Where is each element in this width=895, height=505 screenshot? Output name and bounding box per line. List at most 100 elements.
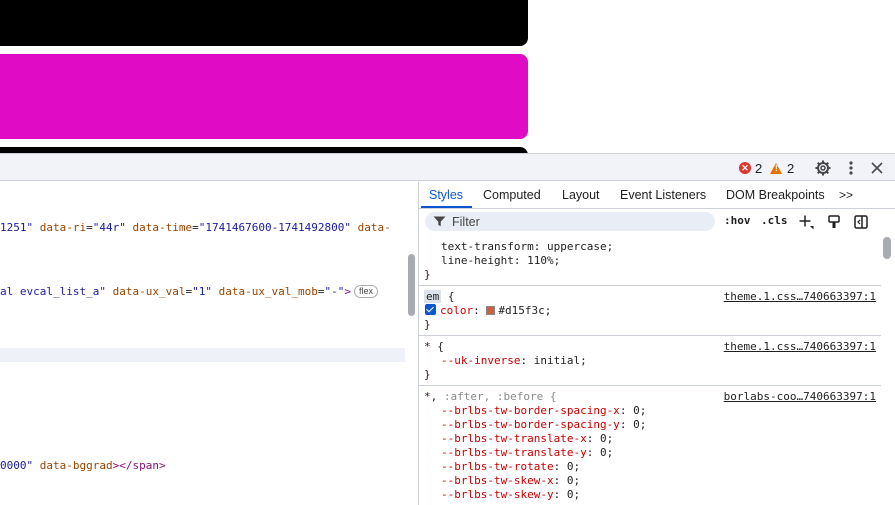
styles-scrollbar-thumb[interactable] xyxy=(883,237,891,259)
dom-token xyxy=(106,285,113,298)
dom-token: = xyxy=(86,221,93,234)
more-options-button[interactable] xyxy=(841,158,861,178)
property-name: --brlbs-tw-rotate xyxy=(441,460,554,473)
filter-icon xyxy=(433,216,446,227)
styles-sidebar: Styles Computed Layout Event Listeners D… xyxy=(419,182,895,505)
property-line[interactable]: --brlbs-tw-skew-x: 0; xyxy=(441,474,580,488)
rule-universal-source-link[interactable]: theme.1.css…740663397:1 xyxy=(724,340,876,354)
dom-token: data-ux_val_mob xyxy=(218,285,318,298)
flex-badge[interactable]: flex xyxy=(354,285,379,298)
rule-em-source-link[interactable]: theme.1.css…740663397:1 xyxy=(724,290,876,304)
property-line-uk-inverse[interactable]: --uk-inverse: initial; xyxy=(441,354,587,368)
property-value: 110% xyxy=(527,254,554,267)
property-line[interactable]: --brlbs-tw-border-spacing-y: 0; xyxy=(441,418,646,432)
active-tab-indicator xyxy=(421,206,472,208)
property-value: uppercase xyxy=(546,240,607,253)
hover-state-toggle[interactable]: :hov xyxy=(724,214,751,227)
hovered-dom-row[interactable] xyxy=(0,348,405,362)
selector-em: em xyxy=(424,290,442,303)
rule-divider xyxy=(419,335,881,336)
sidebar-tabs: Styles Computed Layout Event Listeners D… xyxy=(419,182,895,209)
warning-counter[interactable]: ! 2 xyxy=(770,160,794,176)
property-line-line-height[interactable]: line-height: 110%; xyxy=(441,254,560,268)
tab-styles[interactable]: Styles xyxy=(429,182,463,208)
dom-token: "1741467600-1741492800" xyxy=(198,221,352,234)
elements-tree[interactable]: 1251" data-ri="44r" data-time="174146760… xyxy=(0,182,405,505)
dom-token xyxy=(351,221,358,234)
rule-em-selector[interactable]: em { xyxy=(424,290,455,304)
property-enabled-checkbox[interactable] xyxy=(425,304,436,315)
plus-icon xyxy=(799,215,814,230)
toggle-sidebar-button[interactable] xyxy=(851,212,871,232)
close-devtools-button[interactable] xyxy=(867,158,887,178)
rule-universal-selector[interactable]: * { xyxy=(424,340,444,354)
dom-token: "-" xyxy=(324,285,345,298)
style-rules-list: text-transform: uppercase; line-height: … xyxy=(419,234,881,505)
dom-token: al evcal_list_a" xyxy=(0,285,106,298)
dom-token: 1251" xyxy=(0,221,34,234)
dom-node-line-3[interactable]: 0000" data-bggrad></span> xyxy=(0,458,166,474)
property-name: --brlbs-tw-skew-y xyxy=(441,488,554,501)
settings-button[interactable] xyxy=(813,158,833,178)
selector-main: *, xyxy=(424,390,438,403)
elements-scrollbar[interactable] xyxy=(405,182,419,505)
dom-token: data-time xyxy=(132,221,193,234)
property-line-color[interactable]: color: #d15f3c; xyxy=(425,304,551,318)
tab-dom-breakpoints[interactable]: DOM Breakpoints xyxy=(726,182,825,208)
property-value: 0 xyxy=(599,432,607,445)
tab-event-listeners[interactable]: Event Listeners xyxy=(620,182,706,208)
dom-token: 0000" xyxy=(0,459,34,472)
property-value: #d15f3c xyxy=(498,304,545,317)
webpage-viewport xyxy=(0,0,895,153)
dom-node-line-1[interactable]: 1251" data-ri="44r" data-time="174146760… xyxy=(0,220,391,236)
paint-brush-icon xyxy=(828,215,840,228)
property-line[interactable]: --brlbs-tw-border-spacing-x: 0; xyxy=(441,404,646,418)
rule-borlabs-source-link[interactable]: borlabs-coo…740663397:1 xyxy=(724,390,876,404)
error-counter[interactable]: ✕ 2 xyxy=(739,160,762,176)
dom-token: data- xyxy=(357,221,391,234)
dom-node-line-2[interactable]: al evcal_list_a" data-ux_val = "1" data-ux… xyxy=(0,284,379,300)
property-name: --brlbs-tw-border-spacing-x xyxy=(441,404,620,417)
new-style-rule-button[interactable] xyxy=(796,212,816,232)
filter-box[interactable] xyxy=(425,212,715,231)
property-name: text-transform xyxy=(441,240,534,253)
dom-token: "44r" xyxy=(92,221,126,234)
color-swatch[interactable] xyxy=(486,306,496,315)
kebab-menu-icon xyxy=(849,161,853,175)
filter-input[interactable] xyxy=(452,214,702,229)
property-value: initial xyxy=(533,354,581,367)
property-value: 0 xyxy=(566,474,574,487)
property-line[interactable]: --brlbs-tw-skew-y: 0; xyxy=(441,488,580,502)
class-toggle[interactable]: .cls xyxy=(761,214,788,227)
dom-token: > xyxy=(344,285,352,298)
element-state-button[interactable] xyxy=(824,212,844,232)
property-name: --brlbs-tw-border-spacing-y xyxy=(441,418,620,431)
tab-computed[interactable]: Computed xyxy=(483,182,541,208)
dom-token: ></span> xyxy=(112,459,166,472)
rule-divider xyxy=(419,385,881,386)
styles-filter-row: :hov .cls xyxy=(419,210,895,234)
elements-scrollbar-thumb[interactable] xyxy=(408,254,415,316)
property-name: --brlbs-tw-translate-y xyxy=(441,446,587,459)
property-value: 0 xyxy=(633,404,640,417)
property-line[interactable]: --brlbs-tw-rotate: 0; xyxy=(441,460,580,474)
property-name: color xyxy=(440,304,474,317)
pink-block xyxy=(0,54,528,139)
property-line-text-transform[interactable]: text-transform: uppercase; xyxy=(441,240,613,254)
dom-token xyxy=(212,285,219,298)
devtools-toolbar: ✕ 2 ! 2 xyxy=(0,154,895,181)
property-line[interactable]: --brlbs-tw-translate-x: 0; xyxy=(441,432,613,446)
tab-layout[interactable]: Layout xyxy=(562,182,600,208)
sidebar-panel-icon xyxy=(854,215,868,229)
rule-close-brace: } xyxy=(424,368,431,381)
rule-borlabs-selector[interactable]: *, :after, :before { xyxy=(424,390,556,404)
rule-close-brace: } xyxy=(424,268,431,281)
warning-icon: ! xyxy=(770,162,782,174)
property-name: line-height xyxy=(441,254,514,267)
devtools-panel: ✕ 2 ! 2 1251" data-ri="44r" data-time="1… xyxy=(0,153,895,505)
dom-token xyxy=(33,221,40,234)
property-line[interactable]: --brlbs-tw-translate-y: 0; xyxy=(441,446,613,460)
selector-rest: :after, :before { xyxy=(437,390,557,403)
more-tabs-button[interactable]: >> xyxy=(839,182,853,208)
black-block-top xyxy=(0,0,528,46)
